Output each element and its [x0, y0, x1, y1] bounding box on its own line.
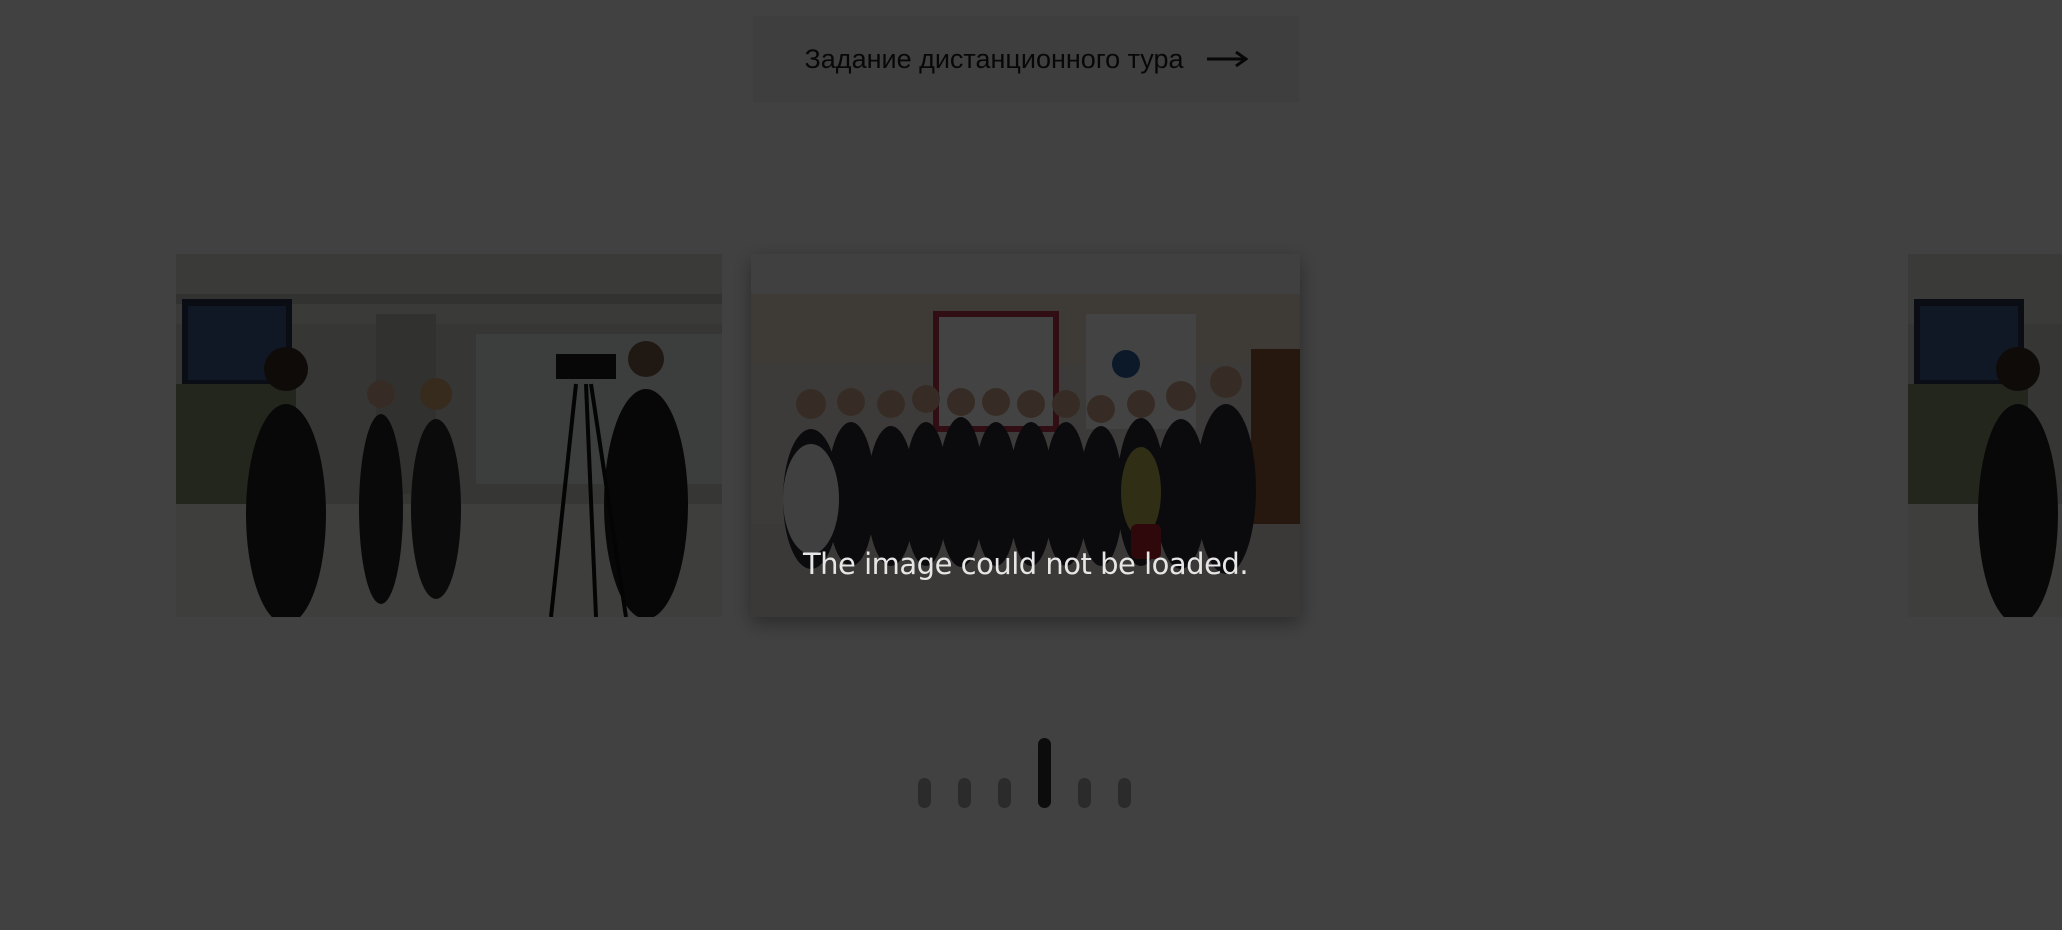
- slider-pagination: [918, 738, 1133, 808]
- pager-dot-3[interactable]: [998, 778, 1011, 808]
- image-load-error-message: The image could not be loaded.: [802, 547, 1249, 581]
- task-button-label: Задание дистанционного тура: [804, 43, 1184, 74]
- gallery-slide-interview-next[interactable]: [1908, 254, 2062, 617]
- pager-dot-2[interactable]: [958, 778, 971, 808]
- interview-photo-partial: [1908, 254, 2062, 617]
- pager-dot-5[interactable]: [1078, 778, 1091, 808]
- remote-round-task-button[interactable]: Задание дистанционного тура: [753, 16, 1299, 102]
- arrow-right-icon: [1206, 51, 1248, 67]
- pager-dot-6[interactable]: [1118, 778, 1131, 808]
- pager-dot-4-active[interactable]: [1038, 738, 1051, 808]
- pager-dot-1[interactable]: [918, 778, 931, 808]
- interview-photo: [176, 254, 722, 617]
- gallery-slide-interview[interactable]: [176, 254, 722, 617]
